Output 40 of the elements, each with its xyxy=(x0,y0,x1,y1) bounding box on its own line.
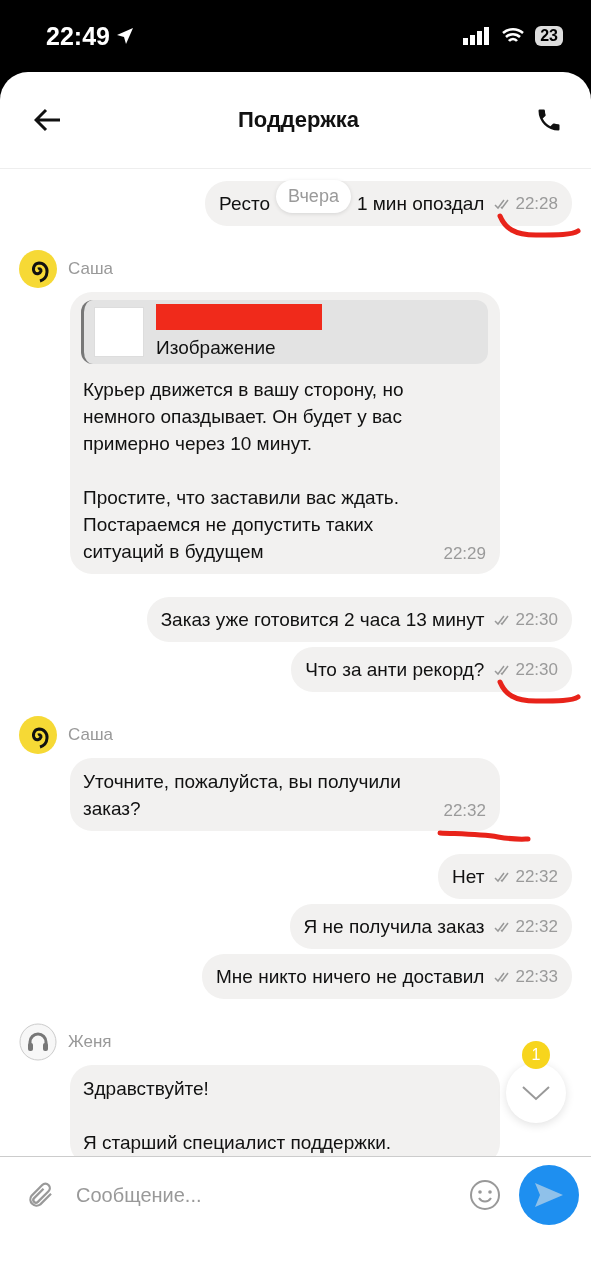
message-time: 22:29 xyxy=(443,543,486,565)
date-label: Вчера xyxy=(276,180,351,213)
chevron-down-icon xyxy=(521,1085,551,1101)
message-input[interactable]: Сообщение... xyxy=(74,1182,451,1208)
message-text: Мне никто ничего не доставил xyxy=(216,965,485,988)
message-text: Что за анти рекорд? xyxy=(305,658,485,681)
message-time: 22:32 xyxy=(443,800,486,822)
attachment-card[interactable]: Изображение xyxy=(81,300,488,364)
message-text: Ресто xyxy=(219,192,271,215)
emoji-button[interactable] xyxy=(469,1179,501,1211)
chat-title: Поддержка xyxy=(237,107,360,133)
sender-name: Женя xyxy=(68,1032,112,1052)
location-arrow-icon xyxy=(115,27,134,45)
attachment-label: Изображение xyxy=(156,335,277,360)
message-text: Здравствуйте! Я старший специалист поддержки. xyxy=(83,1077,392,1155)
status-time: 22:49 xyxy=(46,21,134,51)
avatar-icon xyxy=(19,250,57,288)
message-text: Уточните, пожалуйста, вы получили заказ? xyxy=(83,770,401,821)
send-icon xyxy=(534,1182,564,1208)
message-time: 22:30 xyxy=(515,609,558,630)
message-text: Я не получила заказ xyxy=(303,915,485,938)
unread-badge: 1 xyxy=(522,1041,550,1069)
message-text: 1 мин опоздал xyxy=(356,192,485,215)
signal-icon xyxy=(463,27,492,45)
message-time: 22:32 xyxy=(515,916,558,937)
sender-name: Саша xyxy=(68,725,113,745)
message-text: Нет xyxy=(452,865,485,888)
image-thumbnail xyxy=(94,307,144,357)
avatar-icon xyxy=(19,716,57,754)
battery-level: 23 xyxy=(535,26,563,46)
message-time: 22:32 xyxy=(515,866,558,887)
message-time: 22:30 xyxy=(515,659,558,680)
sender-name: Саша xyxy=(68,259,113,279)
headset-avatar-icon xyxy=(19,1023,57,1061)
send-button[interactable] xyxy=(519,1165,579,1225)
back-button[interactable] xyxy=(34,108,62,132)
message-time: 22:33 xyxy=(515,966,558,987)
message-text: Заказ уже готовится 2 часа 13 минут xyxy=(160,608,485,631)
message-text: Курьер движется в вашу сторону, но немного опаздывает. Он будет у вас примерно через 10 минут. Простите, что заставили вас ждать. Постараемся не допустить таких ситуаций в будущем xyxy=(83,378,404,564)
message-time: 22:28 xyxy=(515,193,558,214)
